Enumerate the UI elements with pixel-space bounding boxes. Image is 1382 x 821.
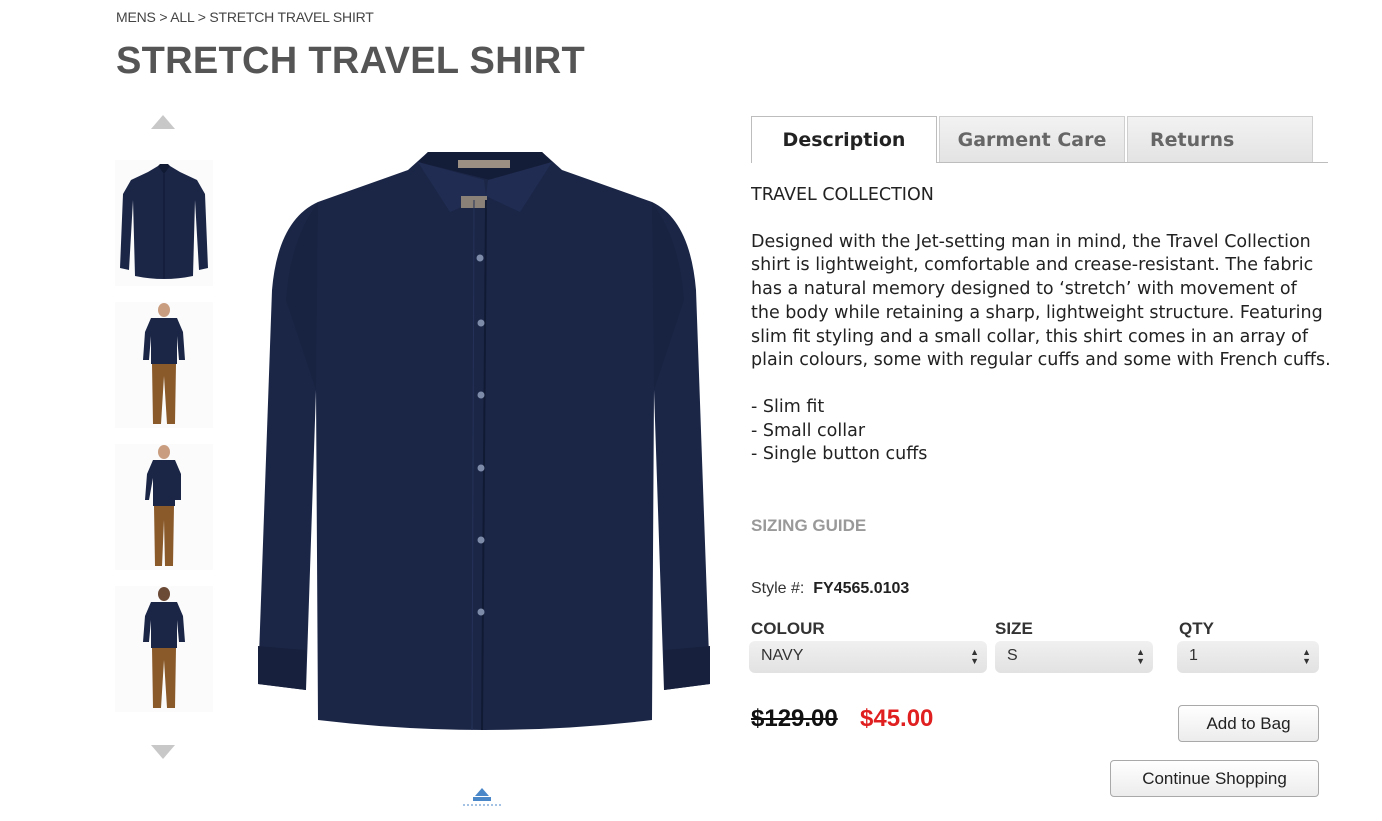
feature-item: - Slim fit — [751, 396, 825, 417]
feature-item: - Small collar — [751, 420, 866, 441]
product-info-tabs: Description Garment Care Returns — [751, 116, 1328, 163]
qty-label: QTY — [1179, 619, 1214, 638]
description-body: Designed with the Jet-setting man in min… — [751, 231, 1331, 371]
size-label: SIZE — [995, 619, 1033, 638]
description-panel[interactable]: TRAVEL COLLECTION Designed with the Jet-… — [751, 184, 1331, 484]
thumbnail-model-front[interactable] — [115, 302, 213, 428]
description-heading: TRAVEL COLLECTION — [751, 185, 934, 205]
feature-list: - Slim fit - Small collar - Single butto… — [751, 396, 1331, 467]
main-product-image[interactable] — [250, 140, 720, 740]
feature-item: - Single button cuffs — [751, 444, 928, 465]
tab-returns[interactable]: Returns — [1127, 116, 1313, 162]
continue-shopping-button[interactable]: Continue Shopping — [1110, 760, 1319, 797]
zoom-icon[interactable] — [461, 785, 503, 809]
qty-select-value: 1 — [1189, 647, 1198, 664]
size-select[interactable]: S ▲ ▼ — [995, 641, 1153, 673]
page-title: STRETCH TRAVEL SHIRT — [116, 40, 586, 82]
select-arrows-icon: ▲ ▼ — [1302, 647, 1311, 666]
thumbnails-down-arrow-icon[interactable] — [151, 745, 175, 759]
add-to-bag-button[interactable]: Add to Bag — [1178, 705, 1319, 742]
original-price: $129.00 — [751, 705, 838, 732]
style-number: Style #: FY4565.0103 — [751, 580, 909, 598]
select-arrows-icon: ▲ ▼ — [970, 647, 979, 666]
breadcrumb[interactable]: MENS > ALL > STRETCH TRAVEL SHIRT — [116, 9, 374, 25]
thumbnail-model-side[interactable] — [115, 444, 213, 570]
colour-select-value: NAVY — [761, 647, 804, 664]
colour-label: COLOUR — [751, 619, 825, 638]
thumbnail-model-back[interactable] — [115, 586, 213, 712]
style-label: Style #: — [751, 580, 805, 597]
tab-garment-care[interactable]: Garment Care — [939, 116, 1125, 162]
colour-select[interactable]: NAVY ▲ ▼ — [749, 641, 987, 673]
tab-description[interactable]: Description — [751, 116, 937, 163]
thumbnail-shirt-front[interactable] — [115, 160, 213, 286]
sizing-guide-link[interactable]: SIZING GUIDE — [751, 516, 866, 536]
sale-price: $45.00 — [860, 705, 934, 732]
qty-select[interactable]: 1 ▲ ▼ — [1177, 641, 1319, 673]
thumbnails-up-arrow-icon[interactable] — [151, 115, 175, 129]
select-arrows-icon: ▲ ▼ — [1136, 647, 1145, 666]
size-select-value: S — [1007, 647, 1018, 664]
style-value: FY4565.0103 — [813, 580, 910, 597]
